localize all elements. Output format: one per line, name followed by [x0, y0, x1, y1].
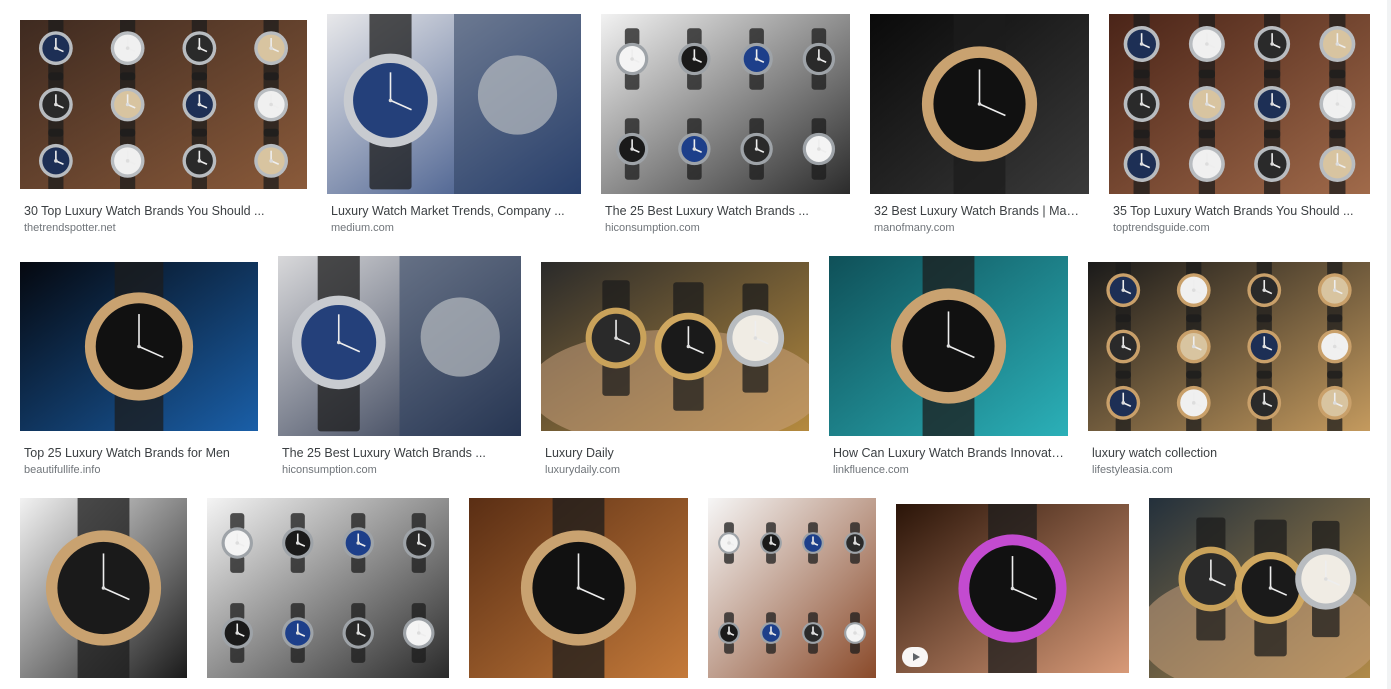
result-thumbnail[interactable] — [1149, 498, 1370, 678]
result-caption[interactable]: The 25 Best Luxury Watch Brands ... — [605, 203, 846, 219]
result-thumbnail[interactable] — [327, 14, 581, 194]
result-source: luxurydaily.com — [545, 464, 620, 476]
watch-display-icon — [1088, 262, 1370, 431]
result-thumbnail[interactable] — [708, 498, 876, 678]
result-thumbnail[interactable] — [870, 14, 1089, 194]
dark-dial-watch-icon — [870, 14, 1089, 194]
result-source: medium.com — [331, 222, 394, 234]
result-source: linkfluence.com — [833, 464, 909, 476]
watch-grid-icon — [601, 14, 850, 194]
watch-pattern-icon — [708, 498, 876, 678]
result-source: hiconsumption.com — [282, 464, 377, 476]
result-caption[interactable]: How Can Luxury Watch Brands Innovate ... — [833, 445, 1064, 461]
result-caption[interactable]: Luxury Daily — [545, 445, 805, 461]
skeleton-watch-icon — [469, 498, 688, 678]
rose-gold-watch-icon — [829, 256, 1068, 436]
result-thumbnail[interactable] — [896, 504, 1129, 673]
watch-box-icon — [20, 20, 307, 189]
watch-box-icon — [1109, 14, 1370, 194]
result-thumbnail[interactable] — [829, 256, 1068, 436]
result-caption[interactable]: Top 25 Luxury Watch Brands for Men — [24, 445, 254, 461]
watch-grid-icon — [207, 498, 449, 678]
result-thumbnail[interactable] — [1109, 14, 1370, 194]
result-thumbnail[interactable] — [541, 262, 809, 431]
result-caption[interactable]: 30 Top Luxury Watch Brands You Should ..… — [24, 203, 303, 219]
result-caption[interactable]: 32 Best Luxury Watch Brands | Man ... — [874, 203, 1085, 219]
wrist-watches-icon — [541, 262, 809, 431]
chronograph-watch-icon — [20, 498, 187, 678]
result-source: manofmany.com — [874, 222, 955, 234]
result-source: beautifullife.info — [24, 464, 101, 476]
result-thumbnail[interactable] — [20, 498, 187, 678]
play-icon[interactable] — [902, 647, 928, 667]
royal-oak-watch-icon — [327, 14, 581, 194]
wrist-watches-icon — [1149, 498, 1370, 678]
dress-watch-icon — [278, 256, 521, 436]
result-caption[interactable]: The 25 Best Luxury Watch Brands ... — [282, 445, 517, 461]
result-thumbnail[interactable] — [207, 498, 449, 678]
result-thumbnail[interactable] — [20, 262, 258, 431]
result-caption[interactable]: 35 Top Luxury Watch Brands You Should ..… — [1113, 203, 1366, 219]
scrollbar-track[interactable] — [1387, 0, 1391, 689]
result-thumbnail[interactable] — [1088, 262, 1370, 431]
rainbow-bezel-watch-icon — [896, 504, 1129, 673]
result-thumbnail[interactable] — [601, 14, 850, 194]
result-source: thetrendspotter.net — [24, 222, 116, 234]
result-thumbnail[interactable] — [20, 20, 307, 189]
result-source: hiconsumption.com — [605, 222, 700, 234]
result-thumbnail[interactable] — [278, 256, 521, 436]
result-thumbnail[interactable] — [469, 498, 688, 678]
result-source: lifestyleasia.com — [1092, 464, 1173, 476]
result-caption[interactable]: Luxury Watch Market Trends, Company ... — [331, 203, 577, 219]
result-caption[interactable]: luxury watch collection — [1092, 445, 1366, 461]
result-source: toptrendsguide.com — [1113, 222, 1210, 234]
tourbillon-watch-icon — [20, 262, 258, 431]
